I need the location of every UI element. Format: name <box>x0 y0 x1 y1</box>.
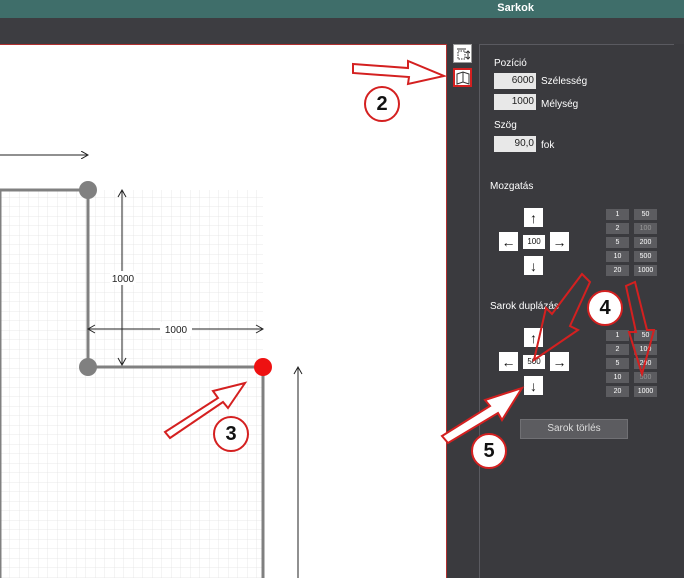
callout-arrow-4b <box>624 280 656 378</box>
move-right-button[interactable]: → <box>550 232 569 251</box>
callout-3: 3 <box>213 416 249 452</box>
move-left-button[interactable]: ← <box>499 232 518 251</box>
move-step-2[interactable]: 2 <box>606 223 629 234</box>
corner-point <box>79 358 97 376</box>
grid-area <box>0 190 263 578</box>
drawing-canvas[interactable]: 1000 1000 <box>0 44 447 578</box>
position-header: Pozíció <box>494 58 527 69</box>
width-field[interactable]: 6000 <box>494 73 536 89</box>
callout-4: 4 <box>587 290 623 326</box>
width-label: Szélesség <box>541 76 588 87</box>
callout-2: 2 <box>364 86 400 122</box>
dimension-label-horizontal: 1000 <box>165 325 188 336</box>
callout-arrow-4a <box>532 272 592 363</box>
corner-point <box>79 181 97 199</box>
move-step-1[interactable]: 1 <box>606 209 629 220</box>
resize-icon <box>456 48 470 60</box>
move-step-5[interactable]: 5 <box>606 237 629 248</box>
menu-bar <box>0 18 684 44</box>
move-step-value[interactable]: 100 <box>523 235 545 249</box>
angle-header: Szög <box>494 120 517 131</box>
move-up-button[interactable]: ↑ <box>524 208 543 227</box>
selected-corner-point <box>254 358 272 376</box>
window-title: Sarkok <box>497 2 534 14</box>
move-step-10[interactable]: 10 <box>606 251 629 262</box>
title-bar: Sarkok <box>0 0 684 18</box>
depth-field[interactable]: 1000 <box>494 94 536 110</box>
move-header: Mozgatás <box>490 181 534 192</box>
move-step-200[interactable]: 200 <box>634 237 657 248</box>
dimension-label-vertical: 1000 <box>112 274 135 285</box>
angle-unit: fok <box>541 140 555 151</box>
depth-label: Mélység <box>541 99 579 110</box>
canvas-drawing: 1000 1000 <box>0 45 303 578</box>
angle-field[interactable]: 90,0 <box>494 136 536 152</box>
callout-arrow-2 <box>352 59 448 86</box>
resize-tool-button[interactable] <box>453 44 472 63</box>
annotation-arrows <box>440 272 656 445</box>
move-step-500[interactable]: 500 <box>634 251 657 262</box>
move-step-50[interactable]: 50 <box>634 209 657 220</box>
callout-5: 5 <box>471 433 507 469</box>
move-step-100[interactable]: 100 <box>634 223 657 234</box>
corner-tool-button[interactable] <box>453 68 472 87</box>
book-corner-icon <box>456 70 469 85</box>
